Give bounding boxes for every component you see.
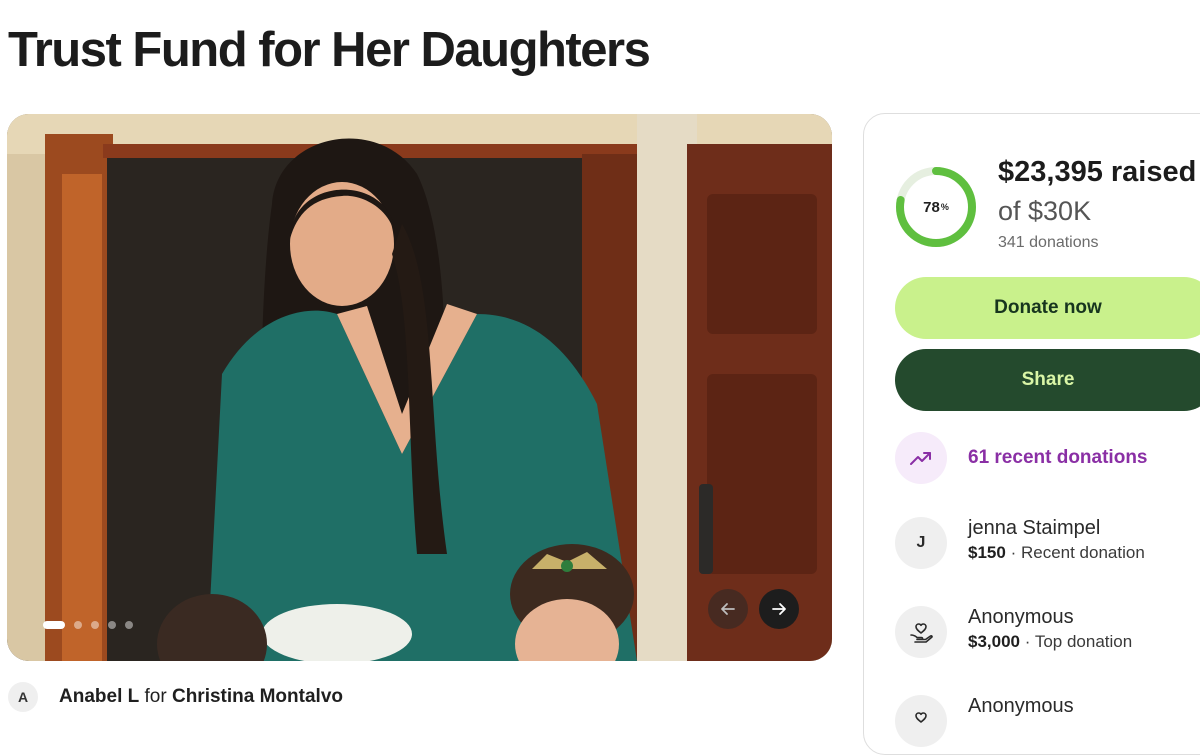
donation-amount: $150 <box>968 543 1006 562</box>
carousel-dot[interactable] <box>43 621 65 629</box>
donation-item: J jenna Staimpel $150 · Recent donation <box>895 517 1145 569</box>
meta-separator: · <box>1024 632 1031 651</box>
progress-percent-value: 78 <box>923 198 940 216</box>
campaign-photo-image <box>7 114 832 661</box>
carousel-dot[interactable] <box>74 621 82 629</box>
donor-name: Anonymous <box>968 695 1074 717</box>
carousel-dot[interactable] <box>125 621 133 629</box>
recent-donations-label: 61 recent donations <box>968 447 1148 468</box>
page-title: Trust Fund for Her Daughters <box>8 23 651 77</box>
donation-note: Top donation <box>1034 632 1133 651</box>
progress-percent-sign: % <box>940 202 949 212</box>
share-button[interactable]: Share <box>895 349 1200 411</box>
donor-meta: $150 · Recent donation <box>968 541 1145 565</box>
heart-hand-icon <box>915 712 927 723</box>
arrow-right-icon <box>772 603 786 615</box>
donation-count: 341 donations <box>998 234 1099 251</box>
organizer-avatar[interactable]: A <box>8 682 38 712</box>
amount-raised: $23,395 raised <box>998 156 1197 188</box>
trend-icon-circle <box>895 432 947 484</box>
arrow-left-icon <box>721 603 735 615</box>
donation-item: Anonymous <box>895 695 1074 747</box>
donation-note: Recent donation <box>1020 543 1145 562</box>
donor-name: Anonymous <box>968 606 1074 628</box>
carousel-dot[interactable] <box>108 621 116 629</box>
beneficiary-name[interactable]: Christina Montalvo <box>172 686 343 707</box>
meta-separator: · <box>1010 543 1017 562</box>
organizer-line: A Anabel L for Christina Montalvo <box>8 682 343 712</box>
heart-hand-icon <box>910 623 933 643</box>
donor-avatar <box>895 606 947 658</box>
organizer-name[interactable]: Anabel L <box>59 686 139 707</box>
donor-meta: $3,000 · Top donation <box>968 630 1132 654</box>
donation-amount: $3,000 <box>968 632 1020 651</box>
donation-item: Anonymous $3,000 · Top donation <box>895 606 1132 658</box>
progress-percent: 78% <box>894 165 978 249</box>
recent-donations-link[interactable]: 61 recent donations <box>895 432 1148 484</box>
campaign-photo[interactable] <box>7 114 832 661</box>
carousel-dot[interactable] <box>91 621 99 629</box>
trending-up-icon <box>910 452 931 465</box>
organizer-connector: for <box>144 686 167 707</box>
donor-name: jenna Staimpel <box>968 517 1101 539</box>
next-photo-button[interactable] <box>759 589 799 629</box>
carousel-dots <box>43 621 133 629</box>
goal-amount: of $30K <box>998 196 1092 226</box>
previous-photo-button[interactable] <box>708 589 748 629</box>
donor-avatar: J <box>895 517 947 569</box>
organizer-text: Anabel L for Christina Montalvo <box>59 686 343 708</box>
donor-avatar <box>895 695 947 747</box>
donate-now-button[interactable]: Donate now <box>895 277 1200 339</box>
